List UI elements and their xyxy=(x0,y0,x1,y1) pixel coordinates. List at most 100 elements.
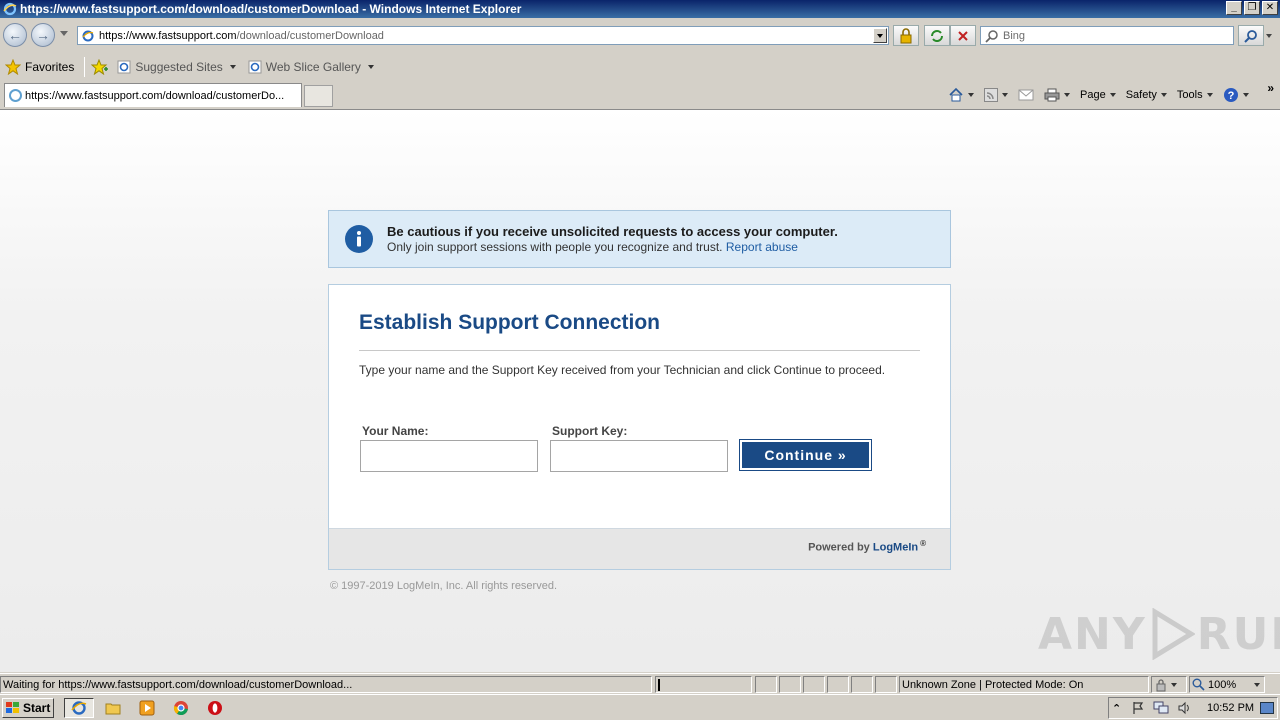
page-content: Be cautious if you receive unsolicited r… xyxy=(0,109,1280,672)
suggested-sites-link[interactable]: Suggested Sites xyxy=(117,60,236,74)
zoom-icon xyxy=(1192,678,1205,691)
chevron-down-icon xyxy=(1242,93,1249,97)
watermark-left-text: ANY xyxy=(1038,608,1147,660)
status-pane xyxy=(803,676,825,693)
new-tab-button[interactable] xyxy=(304,85,333,107)
mail-icon xyxy=(1018,89,1034,101)
status-pane xyxy=(827,676,849,693)
status-pane xyxy=(779,676,801,693)
taskbar-explorer-button[interactable] xyxy=(98,698,128,718)
show-hidden-icons-icon[interactable]: ⌃ xyxy=(1112,702,1121,715)
search-options-dropdown[interactable] xyxy=(1266,34,1272,38)
refresh-icon xyxy=(931,29,943,42)
web-slice-gallery-link[interactable]: Web Slice Gallery xyxy=(248,60,374,74)
forward-button[interactable]: → xyxy=(31,23,55,47)
system-tray: ⌃ 10:52 PM xyxy=(1108,697,1278,719)
folder-icon xyxy=(105,703,121,715)
chevron-down-icon xyxy=(1160,93,1167,97)
powered-by-label: Powered by xyxy=(808,541,870,554)
action-center-flag-icon[interactable] xyxy=(1131,701,1145,715)
anyrun-watermark: ANY RUN xyxy=(1038,608,1280,660)
watermark-right-text: RUN xyxy=(1196,608,1280,660)
favorites-label: Favorites xyxy=(25,60,75,74)
favorites-separator xyxy=(84,57,86,77)
status-pane xyxy=(755,676,777,693)
restore-button[interactable]: ❐ xyxy=(1244,1,1260,15)
tools-menu-button[interactable]: Tools xyxy=(1177,89,1213,101)
zoom-level-button[interactable]: 100% xyxy=(1189,676,1265,693)
search-placeholder: Bing xyxy=(1003,29,1026,42)
caution-notice: Be cautious if you receive unsolicited r… xyxy=(328,210,951,268)
taskbar-opera-button[interactable] xyxy=(200,698,230,718)
progress-fill xyxy=(658,678,660,691)
chevron-down-icon xyxy=(1064,93,1070,97)
chevron-down-icon xyxy=(1002,93,1008,97)
address-bar[interactable]: https://www.fastsupport.com/download/cus… xyxy=(77,26,889,45)
chevron-down-icon xyxy=(1254,682,1261,687)
search-go-button[interactable] xyxy=(1238,25,1264,46)
search-box[interactable]: Bing xyxy=(980,26,1234,45)
security-lock-button[interactable] xyxy=(893,25,919,46)
tab-current[interactable]: https://www.fastsupport.com/download/cus… xyxy=(4,83,302,107)
home-button[interactable] xyxy=(948,87,974,103)
back-arrow-icon: ← xyxy=(8,27,22,43)
notice-body: Only join support sessions with people y… xyxy=(387,240,798,254)
chevron-down-icon xyxy=(1171,682,1177,687)
taskbar-ie-button[interactable] xyxy=(64,698,94,718)
address-dropdown-button[interactable] xyxy=(873,28,887,43)
close-window-button[interactable]: ✕ xyxy=(1262,1,1278,15)
chrome-icon xyxy=(173,701,188,716)
home-icon xyxy=(949,87,963,102)
stop-button[interactable] xyxy=(950,25,976,46)
notice-text: Only join support sessions with people y… xyxy=(387,240,723,254)
safety-menu-button[interactable]: Safety xyxy=(1126,89,1167,101)
your-name-label: Your Name: xyxy=(362,424,429,438)
help-menu-button[interactable]: ? xyxy=(1223,87,1249,103)
add-to-favorites-bar-button[interactable] xyxy=(91,59,109,75)
taskbar-media-player-button[interactable] xyxy=(132,698,162,718)
volume-icon[interactable] xyxy=(1177,701,1191,715)
recent-pages-dropdown[interactable] xyxy=(60,31,68,36)
page-menu-label: Page xyxy=(1080,89,1106,101)
start-button[interactable]: Start xyxy=(2,698,54,718)
address-url[interactable]: https://www.fastsupport.com/download/cus… xyxy=(99,30,384,42)
print-button[interactable] xyxy=(1044,88,1070,102)
continue-button[interactable]: Continue » xyxy=(742,442,869,468)
ie-page-icon xyxy=(117,60,131,74)
minimize-button[interactable]: _ xyxy=(1226,1,1242,15)
status-bar: Waiting for https://www.fastsupport.com/… xyxy=(0,673,1280,694)
report-abuse-link[interactable]: Report abuse xyxy=(726,240,798,254)
powered-by: Powered by LogMeIn ® xyxy=(808,539,926,554)
favorites-button[interactable]: Favorites xyxy=(5,59,74,75)
help-icon: ? xyxy=(1223,88,1238,102)
tools-menu-label: Tools xyxy=(1176,89,1203,101)
info-icon xyxy=(345,225,373,253)
refresh-button[interactable] xyxy=(924,25,950,46)
status-pane xyxy=(851,676,873,693)
printer-icon xyxy=(1044,88,1060,102)
page-menu-button[interactable]: Page xyxy=(1080,89,1116,101)
security-zone[interactable]: Unknown Zone | Protected Mode: On xyxy=(899,676,1149,693)
opera-icon xyxy=(208,701,222,715)
more-commands-chevron[interactable]: » xyxy=(1267,81,1274,95)
tab-bar: https://www.fastsupport.com/download/cus… xyxy=(0,81,1280,109)
show-desktop-icon[interactable] xyxy=(1260,702,1274,714)
protected-mode-button[interactable] xyxy=(1151,676,1187,693)
feeds-button[interactable] xyxy=(984,88,1008,102)
network-icon[interactable] xyxy=(1153,701,1169,715)
windows-logo-icon xyxy=(6,702,19,713)
status-pane xyxy=(875,676,897,693)
chevron-down-icon xyxy=(367,65,374,69)
read-mail-button[interactable] xyxy=(1018,89,1034,101)
chevron-down-icon xyxy=(229,65,236,69)
forward-arrow-icon: → xyxy=(36,27,50,43)
instructions-text: Type your name and the Support Key recei… xyxy=(359,363,886,377)
tab-title: https://www.fastsupport.com/download/cus… xyxy=(25,89,285,102)
support-key-input[interactable] xyxy=(550,440,728,472)
rss-feed-icon xyxy=(984,88,998,102)
back-button[interactable]: ← xyxy=(3,23,27,47)
clock[interactable]: 10:52 PM xyxy=(1207,702,1254,714)
taskbar-chrome-button[interactable] xyxy=(166,698,196,718)
your-name-input[interactable] xyxy=(360,440,538,472)
zone-lock-icon xyxy=(1156,678,1166,691)
